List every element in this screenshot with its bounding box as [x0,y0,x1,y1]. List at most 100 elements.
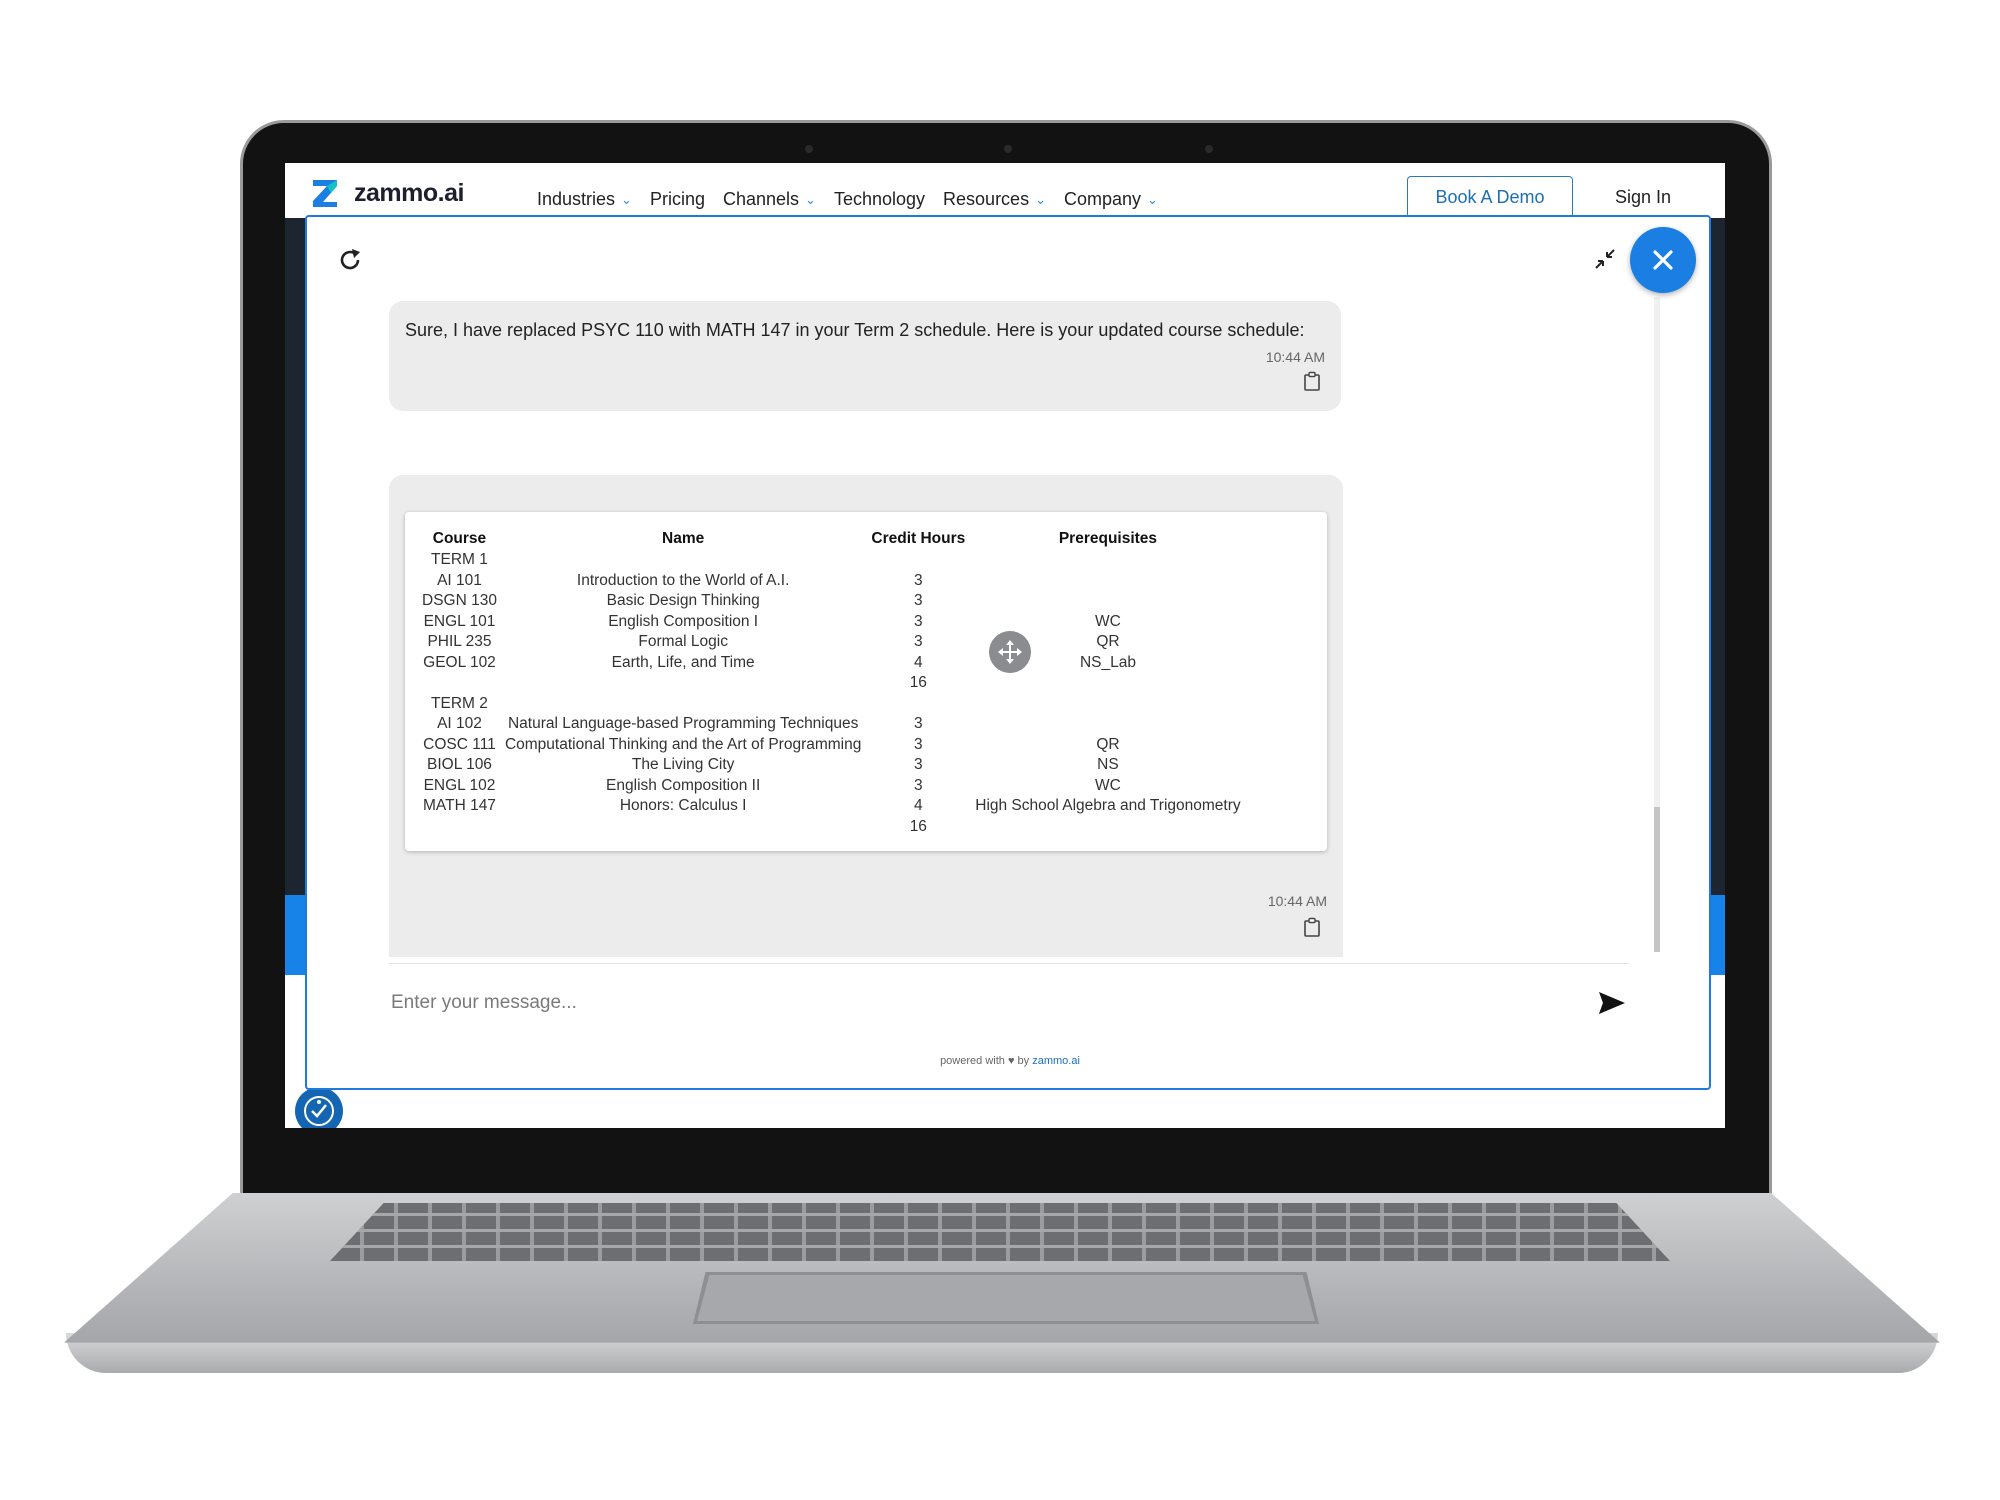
cell: 3 [914,756,923,774]
logo-icon[interactable] [311,178,339,208]
cell: TERM 2 [431,694,488,712]
powered-brand-link[interactable]: zammo.ai [1032,1055,1080,1067]
close-chat-button[interactable] [1630,227,1696,293]
nav-label: Pricing [649,189,705,209]
cell: English Composition I [608,612,759,630]
nav-item-technology[interactable]: Technology [834,189,925,210]
cell: Computational Thinking and the Art of Pr… [504,735,862,753]
scrollbar-thumb[interactable] [1654,807,1660,952]
cell: DSGN 130 [422,592,497,610]
nav-item-industries[interactable]: Industries ⌄ [537,189,632,210]
sensor-dot [1205,145,1213,153]
cell [971,817,1244,838]
powered-by-footer: powered with ♥ by zammo.ai [307,1055,1713,1067]
cell [501,817,865,838]
table-row: COSC 111 Computational Thinking and the A… [418,735,1245,756]
cell [971,591,1244,612]
cell [971,673,1244,694]
cell: 3 [914,612,923,630]
cell: TERM 1 [431,551,488,569]
cell [418,673,501,694]
cell: AI 102 [437,715,482,733]
cell [865,694,971,715]
logo-text[interactable]: zammo.ai [354,179,464,208]
nav-label: Industries [537,189,616,209]
table-row: BIOL 106 The Living City 3 NS [418,755,1245,776]
bot-message: Sure, I have replaced PSYC 110 with MATH… [389,301,1341,411]
send-icon[interactable] [1597,990,1627,1016]
close-icon [1653,250,1673,270]
cell: Honors: Calculus I [619,797,747,815]
cell [865,550,971,571]
cell: 3 [914,735,923,753]
cell: 3 [914,715,923,733]
move-icon[interactable] [989,631,1031,673]
nav-label: Company [1063,189,1142,209]
copy-icon[interactable] [1303,371,1321,396]
accessibility-icon[interactable] [295,1087,343,1128]
nav-label: Technology [833,189,926,209]
table-row: AI 101 Introduction to the World of A.I. 3 [418,571,1245,592]
cell: ENGL 101 [423,612,496,630]
nav-label: Channels [722,189,800,209]
column-header: Name [662,530,705,547]
chevron-down-icon: ⌄ [1147,191,1158,207]
cell: English Composition II [606,776,761,794]
bot-message-table: Course Name Credit Hours Prerequisites T… [389,475,1343,957]
schedule-table-card: Course Name Credit Hours Prerequisites T… [405,512,1327,851]
refresh-icon[interactable] [333,243,367,277]
input-divider [389,963,1629,964]
powered-by: by [1017,1055,1030,1067]
nav-label: Resources [943,189,1030,209]
cell [971,550,1244,571]
column-header: Credit Hours [871,530,966,547]
minimize-icon[interactable] [1589,243,1621,275]
cell: ENGL 102 [423,776,496,794]
nav-item-resources[interactable]: Resources ⌄ [943,189,1046,210]
cell: Formal Logic [638,633,728,651]
cell: WC [1095,776,1121,794]
message-text: Sure, I have replaced PSYC 110 with MATH… [405,320,1305,340]
chevron-down-icon: ⌄ [621,191,632,207]
nav-item-pricing[interactable]: Pricing [650,189,705,210]
cell: 3 [914,592,923,610]
cell: 4 [914,653,923,671]
table-row: PHIL 235 Formal Logic 3 QR [418,632,1245,653]
cell: 3 [914,776,923,794]
cell: Earth, Life, and Time [611,653,755,671]
table-row: 16 [418,817,1245,838]
chat-widget: Sure, I have replaced PSYC 110 with MATH… [305,215,1711,1090]
table-row: ENGL 102 English Composition II 3 WC [418,776,1245,797]
message-timestamp: 10:44 AM [1267,893,1327,909]
book-demo-button[interactable]: Book A Demo [1407,176,1573,218]
table-row: TERM 1 [418,550,1245,571]
cell: High School Algebra and Trigonometry [975,797,1241,815]
laptop-screen: zammo.ai Industries ⌄ Pricing Channels ⌄ T… [285,163,1725,1128]
column-header: Prerequisites [1058,530,1158,547]
copy-icon[interactable] [1303,917,1321,942]
cell [501,694,865,715]
main-nav: Industries ⌄ Pricing Channels ⌄ Technology… [537,189,1176,210]
cell [501,673,865,694]
heart-icon: ♥ [1007,1055,1015,1067]
cell: The Living City [631,756,735,774]
nav-item-company[interactable]: Company ⌄ [1064,189,1158,210]
cell: WC [1095,612,1121,630]
cell [418,817,501,838]
sign-in-link[interactable]: Sign In [1615,187,1671,208]
cell: Natural Language-based Programming Techn… [507,715,859,733]
site-header: zammo.ai Industries ⌄ Pricing Channels ⌄ T… [285,163,1725,218]
cell: QR [1096,735,1120,753]
cell: Basic Design Thinking [606,592,760,610]
cell: 16 [909,674,927,692]
table-header-row: Course Name Credit Hours Prerequisites [418,528,1245,550]
sensor-dot [805,145,813,153]
chevron-down-icon: ⌄ [805,191,816,207]
column-header: Course [432,530,487,547]
cell: 3 [914,633,923,651]
nav-item-channels[interactable]: Channels ⌄ [723,189,816,210]
table-row: ENGL 101 English Composition I 3 WC [418,612,1245,633]
cell [971,694,1244,715]
cell: GEOL 102 [423,653,496,671]
message-input[interactable] [389,984,1573,1022]
